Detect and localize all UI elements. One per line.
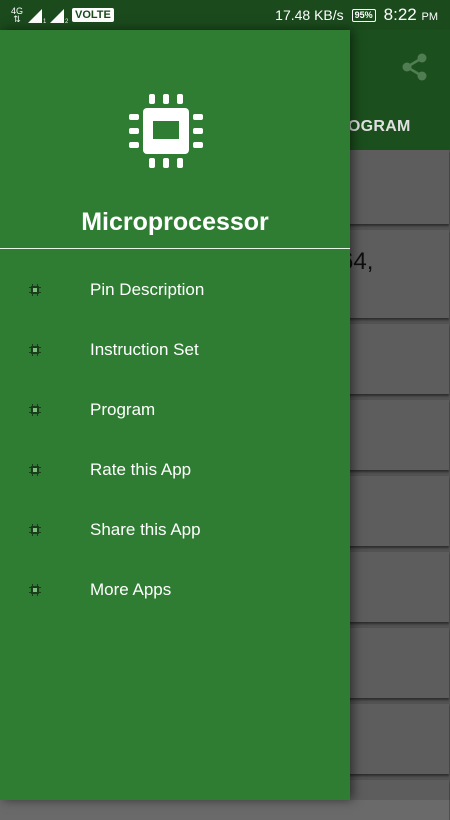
data-arrows-icon: ⇅ [13, 14, 21, 24]
menu-item-pin-description[interactable]: Pin Description [0, 260, 350, 320]
chip-icon [29, 344, 41, 356]
drawer-menu: Pin Description Instruction Set Program … [0, 260, 350, 620]
drawer-scrim[interactable] [350, 30, 450, 800]
menu-item-label: Share this App [90, 520, 201, 539]
network-type-indicator: 4G ⇅ [10, 7, 24, 24]
app-title: Microprocessor [81, 208, 269, 236]
signal-sim2-icon: 2 [50, 9, 68, 23]
clock-ampm: PM [421, 11, 439, 23]
chip-icon [29, 284, 41, 296]
navigation-drawer: Microprocessor Pin Description Instructi… [0, 30, 350, 800]
menu-item-label: Rate this App [90, 460, 192, 479]
chip-icon [29, 464, 41, 476]
menu-item-label: More Apps [90, 580, 172, 599]
menu-item-label: Instruction Set [90, 340, 199, 359]
menu-item-label: Pin Description [90, 280, 205, 299]
menu-item-more-apps[interactable]: More Apps [0, 560, 350, 620]
clock: 8:22 PM [384, 5, 438, 25]
battery-indicator: 95% [351, 8, 376, 22]
microchip-icon [129, 94, 203, 168]
volte-badge: VOLTE [72, 8, 114, 22]
svg-text:2: 2 [65, 19, 68, 23]
svg-text:1: 1 [43, 19, 46, 23]
clock-time: 8:22 [383, 5, 417, 24]
header-divider [0, 248, 350, 249]
signal-sim1-icon: 1 [28, 9, 46, 23]
status-bar: 4G ⇅ 1 2 VOLTE 17.48 KB/s 95% 8:22 PM [0, 0, 450, 30]
menu-item-instruction-set[interactable]: Instruction Set [0, 320, 350, 380]
menu-item-share-app[interactable]: Share this App [0, 500, 350, 560]
menu-item-rate-app[interactable]: Rate this App [0, 440, 350, 500]
menu-item-label: Program [90, 400, 156, 419]
chip-icon [29, 524, 41, 536]
chip-icon [29, 404, 41, 416]
chip-icon [29, 584, 41, 596]
status-left-icons: 4G ⇅ 1 2 VOLTE [10, 5, 114, 25]
network-speed: 17.48 KB/s [275, 7, 344, 23]
menu-item-program[interactable]: Program [0, 380, 350, 440]
status-right-icons: 17.48 KB/s 95% 8:22 PM [275, 0, 438, 30]
